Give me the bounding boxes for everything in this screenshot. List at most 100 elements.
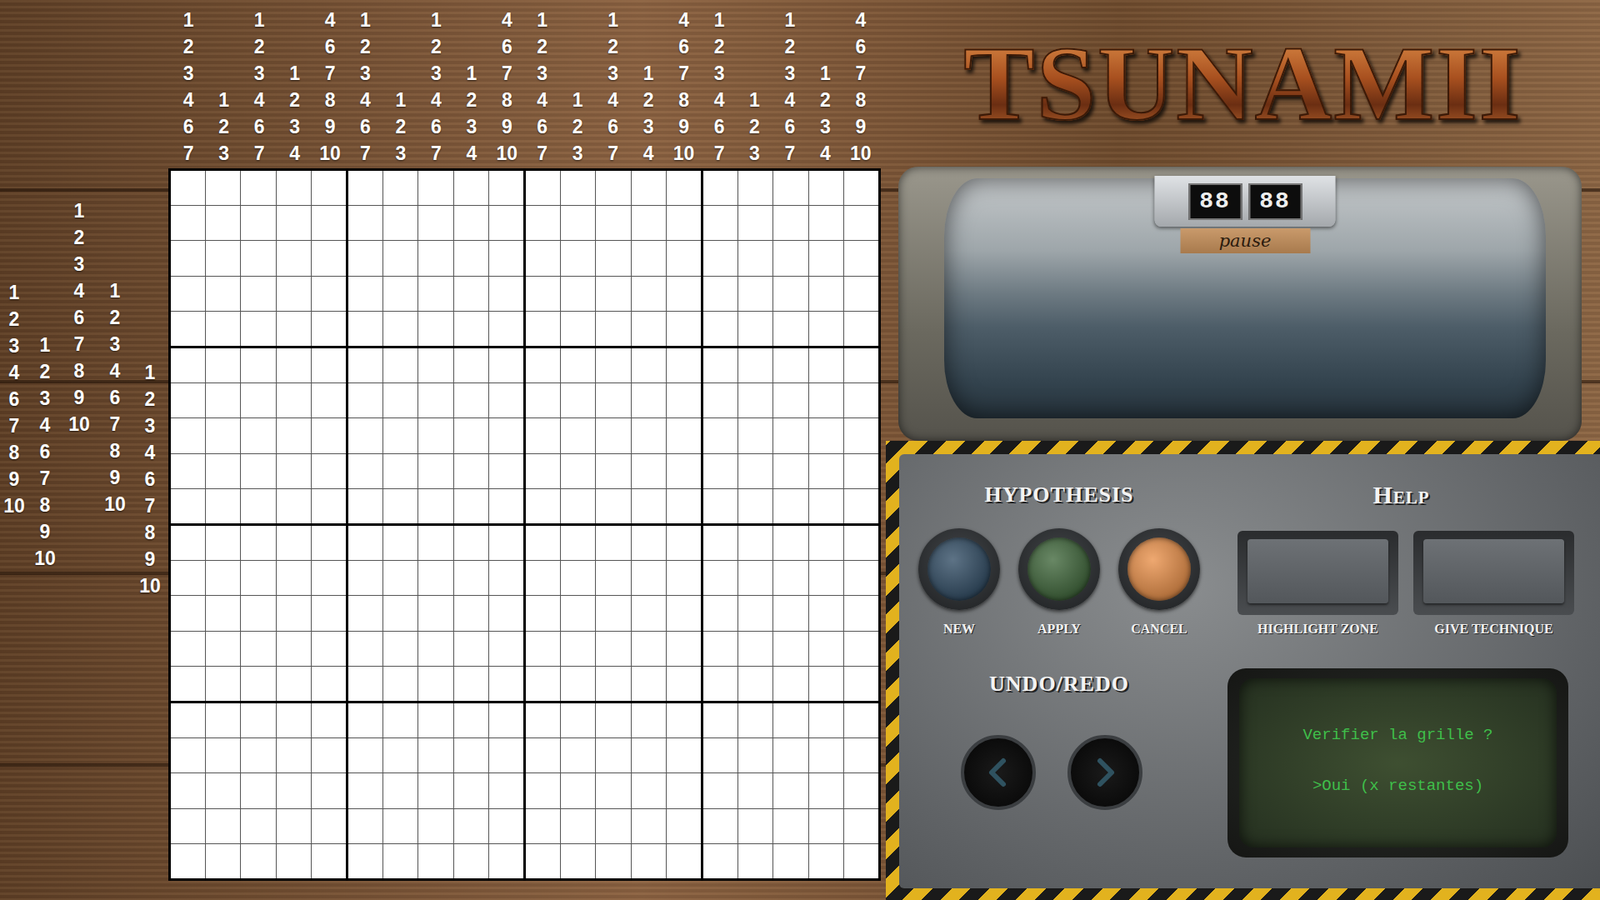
board-cell[interactable] <box>844 418 879 453</box>
board-cell[interactable] <box>809 311 844 346</box>
board-cell[interactable] <box>205 311 240 346</box>
hypothesis-button[interactable] <box>1118 528 1200 610</box>
board-cell[interactable] <box>454 240 489 275</box>
board-cell[interactable] <box>844 703 879 738</box>
board-cell[interactable] <box>773 383 808 418</box>
board-cell[interactable] <box>348 489 383 524</box>
board-cell[interactable] <box>773 348 808 383</box>
board-cell[interactable] <box>454 383 489 418</box>
board-cell[interactable] <box>418 489 453 524</box>
board-cell[interactable] <box>276 773 311 808</box>
board-cell[interactable] <box>276 666 311 701</box>
board-cell[interactable] <box>240 454 275 489</box>
board-cell[interactable] <box>489 773 524 808</box>
board-cell[interactable] <box>703 170 738 205</box>
board-cell[interactable] <box>525 383 560 418</box>
board-cell[interactable] <box>525 348 560 383</box>
board-cell[interactable] <box>809 276 844 311</box>
board-cell[interactable] <box>703 525 738 560</box>
board-cell[interactable] <box>595 240 630 275</box>
board-cell[interactable] <box>703 703 738 738</box>
board-cell[interactable] <box>809 348 844 383</box>
board-cell[interactable] <box>666 454 701 489</box>
board-cell[interactable] <box>276 703 311 738</box>
board-cell[interactable] <box>738 454 773 489</box>
board-cell[interactable] <box>560 454 595 489</box>
board-cell[interactable] <box>489 240 524 275</box>
board-cell[interactable] <box>454 703 489 738</box>
board-cell[interactable] <box>666 348 701 383</box>
board-cell[interactable] <box>418 595 453 630</box>
help-button[interactable] <box>1413 530 1575 615</box>
console-line[interactable]: >Oui (x restantes) <box>1312 774 1484 798</box>
board-cell[interactable] <box>205 595 240 630</box>
board-cell[interactable] <box>631 205 666 240</box>
board-cell[interactable] <box>773 595 808 630</box>
board-cell[interactable] <box>240 738 275 773</box>
board-cell[interactable] <box>595 489 630 524</box>
board-cell[interactable] <box>454 631 489 666</box>
board-cell[interactable] <box>560 631 595 666</box>
board-cell[interactable] <box>809 240 844 275</box>
board-cell[interactable] <box>205 738 240 773</box>
board-cell[interactable] <box>703 773 738 808</box>
board-cell[interactable] <box>809 738 844 773</box>
board-cell[interactable] <box>276 595 311 630</box>
board-cell[interactable] <box>348 240 383 275</box>
board-cell[interactable] <box>560 595 595 630</box>
board-cell[interactable] <box>418 348 453 383</box>
board-cell[interactable] <box>489 348 524 383</box>
board-cell[interactable] <box>738 348 773 383</box>
board-cell[interactable] <box>703 348 738 383</box>
board-cell[interactable] <box>703 666 738 701</box>
board-cell[interactable] <box>703 489 738 524</box>
board-cell[interactable] <box>454 738 489 773</box>
board-cell[interactable] <box>560 844 595 879</box>
board-cell[interactable] <box>418 844 453 879</box>
board-cell[interactable] <box>595 170 630 205</box>
board-cell[interactable] <box>631 703 666 738</box>
board-cell[interactable] <box>454 418 489 453</box>
board-cell[interactable] <box>489 631 524 666</box>
board-cell[interactable] <box>240 844 275 879</box>
board-cell[interactable] <box>525 489 560 524</box>
board-cell[interactable] <box>170 383 205 418</box>
board-cell[interactable] <box>418 738 453 773</box>
board-cell[interactable] <box>809 170 844 205</box>
board-cell[interactable] <box>311 773 346 808</box>
board-cell[interactable] <box>773 844 808 879</box>
board-cell[interactable] <box>348 276 383 311</box>
board-cell[interactable] <box>773 205 808 240</box>
board-cell[interactable] <box>276 348 311 383</box>
board-cell[interactable] <box>809 383 844 418</box>
board-cell[interactable] <box>383 773 418 808</box>
board-cell[interactable] <box>348 703 383 738</box>
board-cell[interactable] <box>170 311 205 346</box>
board-cell[interactable] <box>703 595 738 630</box>
board-cell[interactable] <box>276 205 311 240</box>
board-cell[interactable] <box>844 844 879 879</box>
board-cell[interactable] <box>595 703 630 738</box>
board-cell[interactable] <box>205 703 240 738</box>
board-cell[interactable] <box>703 276 738 311</box>
board-cell[interactable] <box>454 525 489 560</box>
board-cell[interactable] <box>205 809 240 844</box>
board-cell[interactable] <box>809 631 844 666</box>
board-cell[interactable] <box>418 666 453 701</box>
board-cell[interactable] <box>240 560 275 595</box>
board-cell[interactable] <box>383 809 418 844</box>
board-cell[interactable] <box>666 525 701 560</box>
board-cell[interactable] <box>809 595 844 630</box>
board-cell[interactable] <box>276 276 311 311</box>
board-cell[interactable] <box>595 809 630 844</box>
board-cell[interactable] <box>205 560 240 595</box>
board-cell[interactable] <box>311 666 346 701</box>
board-cell[interactable] <box>595 631 630 666</box>
board-cell[interactable] <box>418 170 453 205</box>
board-cell[interactable] <box>631 240 666 275</box>
board-cell[interactable] <box>311 170 346 205</box>
board-cell[interactable] <box>170 631 205 666</box>
board-cell[interactable] <box>240 703 275 738</box>
board-cell[interactable] <box>773 738 808 773</box>
board-cell[interactable] <box>525 240 560 275</box>
